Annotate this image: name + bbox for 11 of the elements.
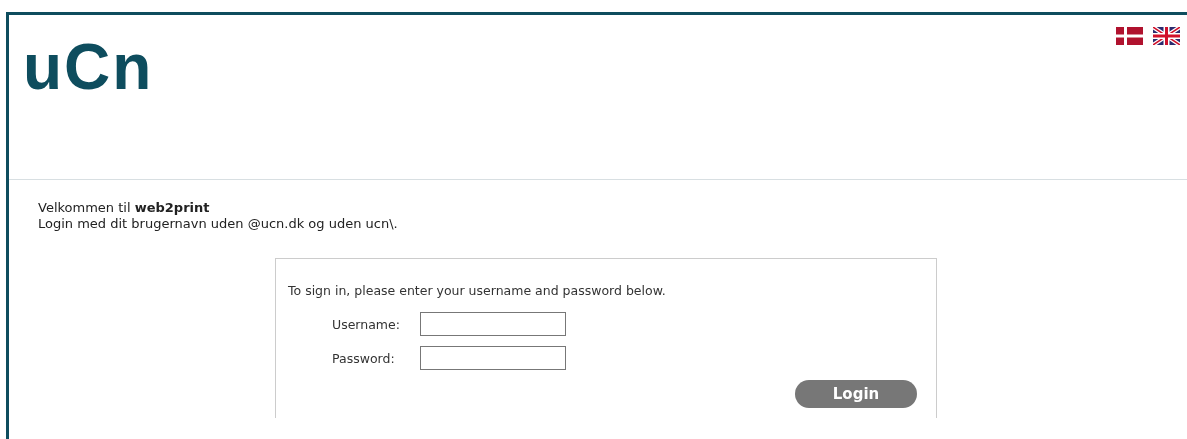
field-label: Username: bbox=[332, 316, 401, 332]
input-field[interactable] bbox=[420, 312, 566, 336]
input-field[interactable] bbox=[420, 346, 566, 370]
field-label: Password: bbox=[332, 350, 396, 366]
welcome-text: Velkommen til web2print bbox=[38, 200, 211, 216]
british-flag-icon[interactable] bbox=[1153, 27, 1180, 45]
welcome-text: Login med dit brugernavn uden @ucn.dk og uden ucn\. bbox=[38, 216, 399, 232]
login-button[interactable]: Login bbox=[795, 380, 917, 408]
instruction-text: To sign in, please enter your username and password below. bbox=[288, 283, 667, 298]
danish-flag-icon[interactable] bbox=[1116, 27, 1143, 45]
logo: uCn bbox=[23, 35, 154, 99]
